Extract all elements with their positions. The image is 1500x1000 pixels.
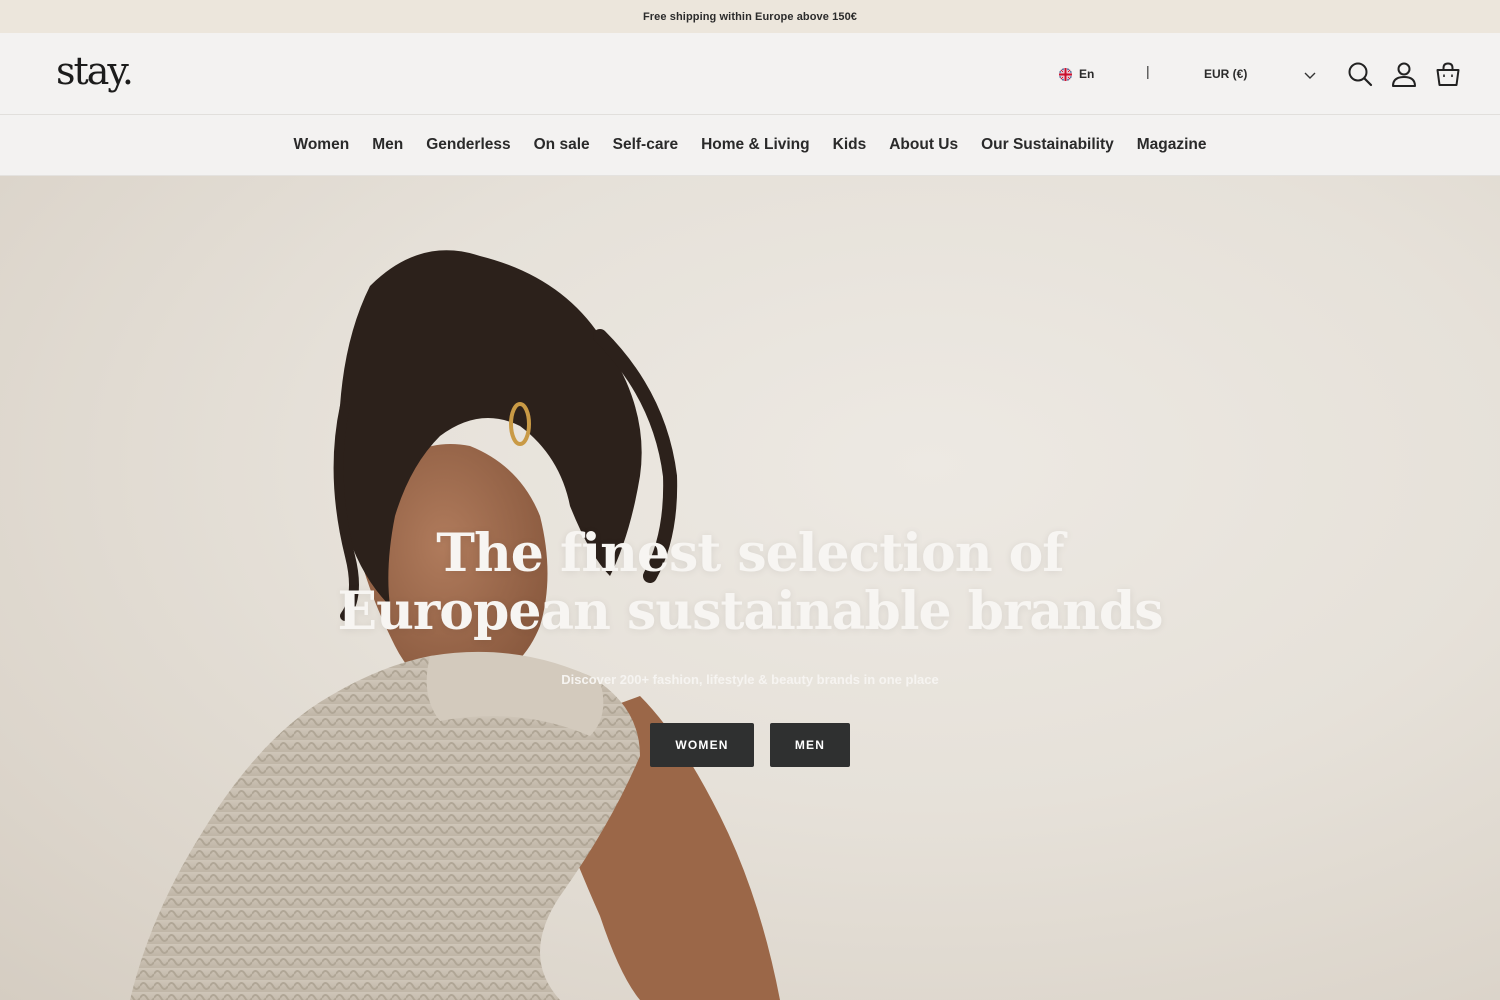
main-nav: Women Men Genderless On sale Self-care H…: [0, 115, 1500, 176]
site-header: stay. En | EUR (€): [0, 33, 1500, 115]
search-icon[interactable]: [1347, 60, 1373, 88]
user-icon[interactable]: [1391, 60, 1417, 88]
nav-item-about-us[interactable]: About Us: [889, 136, 958, 154]
uk-flag-icon: [1059, 67, 1072, 81]
nav-item-kids[interactable]: Kids: [833, 136, 867, 154]
nav-item-self-care[interactable]: Self-care: [613, 136, 678, 154]
announcement-text: Free shipping within Europe above 150€: [642, 10, 858, 23]
hero-banner: The finest selection of European sustain…: [0, 176, 1500, 1000]
hero-title-line-2: European sustainable brands: [337, 581, 1163, 642]
hero-title: The finest selection of European sustain…: [0, 525, 1500, 641]
currency-selector[interactable]: EUR (€): [1204, 67, 1247, 81]
language-label: En: [1079, 67, 1095, 81]
nav-item-home-living[interactable]: Home & Living: [701, 136, 810, 154]
shop-women-button[interactable]: WOMEN: [650, 723, 754, 767]
nav-item-genderless[interactable]: Genderless: [426, 136, 510, 154]
chevron-down-icon[interactable]: [1304, 67, 1316, 85]
nav-item-on-sale[interactable]: On sale: [534, 136, 590, 154]
hero-title-line-1: The finest selection of: [436, 523, 1064, 584]
nav-item-men[interactable]: Men: [372, 136, 403, 154]
shop-men-button[interactable]: MEN: [770, 723, 850, 767]
shopping-bag-icon[interactable]: [1435, 60, 1461, 88]
logo[interactable]: stay.: [56, 49, 134, 93]
hero-subtitle: Discover 200+ fashion, lifestyle & beaut…: [561, 672, 939, 687]
currency-label: EUR (€): [1204, 67, 1248, 81]
nav-item-sustainability[interactable]: Our Sustainability: [981, 136, 1114, 154]
announcement-bar: Free shipping within Europe above 150€: [0, 0, 1500, 33]
divider: |: [1146, 63, 1150, 79]
language-selector[interactable]: En: [1059, 67, 1094, 81]
nav-item-magazine[interactable]: Magazine: [1137, 136, 1207, 154]
hero-buttons: WOMEN MEN: [650, 723, 850, 767]
nav-item-women[interactable]: Women: [293, 136, 349, 154]
